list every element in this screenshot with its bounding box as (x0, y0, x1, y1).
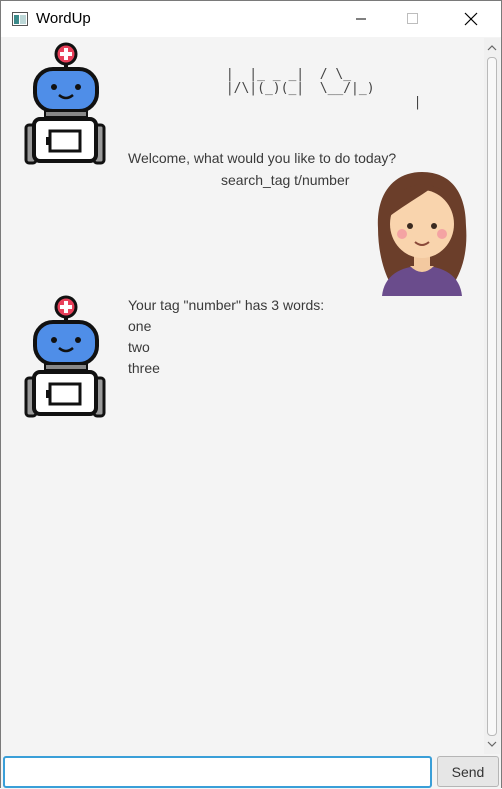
bot-avatar-icon (24, 42, 106, 165)
bot-avatar-icon (24, 295, 106, 418)
bot-message: Welcome, what would you like to do today… (128, 150, 397, 166)
scroll-down-icon[interactable] (487, 739, 497, 749)
window-title: WordUp (36, 10, 91, 27)
title-bar: WordUp (1, 1, 501, 37)
input-bar: Send (1, 754, 501, 789)
minimize-icon (356, 18, 366, 20)
bot-message-line: Your tag "number" has 3 words: (128, 297, 325, 313)
user-message: search_tag t/number (221, 172, 350, 188)
close-icon (464, 12, 478, 26)
scroll-up-icon[interactable] (487, 43, 497, 53)
send-button[interactable]: Send (437, 756, 499, 787)
app-window: WordUp | |_ _ _| / \_ |/\|(_)(_| \__/|_)… (0, 0, 502, 789)
window-icon (12, 12, 28, 26)
maximize-button[interactable] (390, 1, 436, 37)
minimize-button[interactable] (338, 1, 384, 37)
vertical-scrollbar[interactable] (484, 38, 500, 754)
user-avatar-icon (377, 172, 467, 296)
bot-message-line: three (128, 360, 160, 376)
bot-message-line: two (128, 339, 150, 355)
close-button[interactable] (448, 1, 494, 37)
dialog-container: | |_ _ _| / \_ |/\|(_)(_| \__/|_) | Welc… (1, 38, 501, 750)
scrollbar-thumb[interactable] (487, 57, 497, 736)
message-input[interactable] (3, 756, 432, 788)
bot-message-line: one (128, 318, 152, 334)
maximize-icon (407, 13, 418, 24)
app-logo-ascii: | |_ _ _| / \_ |/\|(_)(_| \__/|_) | (225, 67, 422, 110)
